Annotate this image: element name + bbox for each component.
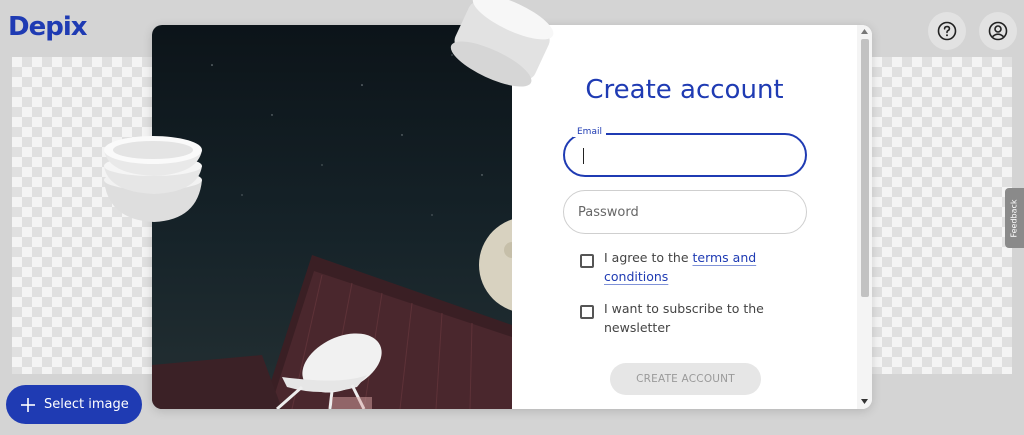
account-button[interactable]: [979, 12, 1017, 50]
modal-scrollbar[interactable]: [857, 25, 872, 409]
scroll-up-icon[interactable]: [861, 29, 868, 34]
user-circle-icon: [988, 21, 1008, 41]
password-field[interactable]: [563, 190, 807, 234]
feedback-label: Feedback: [1010, 198, 1020, 238]
text-caret: [583, 148, 584, 164]
scroll-thumb[interactable]: [861, 39, 869, 297]
create-account-button[interactable]: CREATE ACCOUNT: [610, 363, 761, 395]
terms-checkbox[interactable]: [580, 254, 594, 268]
newsletter-text: I want to subscribe to the newsletter: [604, 301, 764, 335]
signup-form: Create account Email I agree to the term…: [512, 25, 857, 409]
app-logo[interactable]: Depix: [8, 12, 88, 42]
canvas-checkerboard-right: [872, 57, 1012, 374]
terms-prefix: I agree to the: [604, 250, 693, 265]
email-input[interactable]: [565, 135, 805, 175]
jar-lid-icon: [450, 0, 554, 87]
question-circle-icon: [937, 21, 957, 41]
form-title: Create account: [585, 75, 784, 105]
password-input[interactable]: [564, 191, 806, 233]
feedback-tab[interactable]: Feedback: [1005, 188, 1024, 248]
terms-text: I agree to the terms and conditions: [604, 248, 780, 286]
select-image-label: Select image: [44, 397, 129, 412]
select-image-button[interactable]: Select image: [6, 385, 142, 424]
email-field[interactable]: Email: [563, 127, 807, 177]
plus-icon: [21, 397, 35, 412]
email-label: Email: [573, 127, 606, 137]
help-button[interactable]: [928, 12, 966, 50]
newsletter-row: I want to subscribe to the newsletter: [580, 299, 780, 337]
newsletter-checkbox[interactable]: [580, 305, 594, 319]
stacked-bowls-icon: [104, 136, 202, 222]
terms-row: I agree to the terms and conditions: [580, 248, 780, 286]
scroll-down-icon[interactable]: [861, 399, 868, 404]
